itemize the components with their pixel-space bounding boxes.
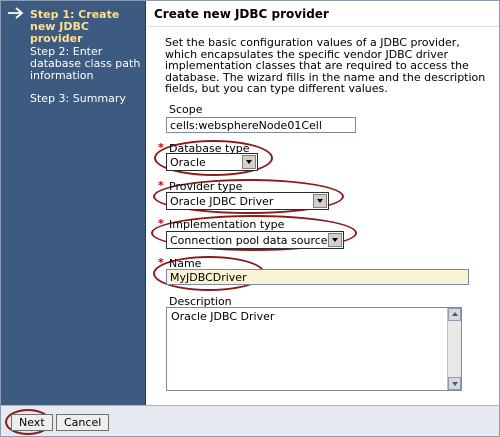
step-1-create-provider: Step 1: Create new JDBC provider xyxy=(30,8,120,45)
page-title: Create new JDBC provider xyxy=(147,1,499,27)
chevron-down-icon[interactable] xyxy=(328,233,342,247)
next-button[interactable]: Next xyxy=(11,414,53,431)
implementation-type-label: * Implementation type xyxy=(158,218,285,231)
description-textarea[interactable]: Oracle JDBC Driver xyxy=(166,307,462,391)
required-marker: * xyxy=(158,256,164,269)
chevron-down-icon[interactable] xyxy=(313,194,327,208)
required-marker: * xyxy=(158,217,164,230)
provider-type-value: Oracle JDBC Driver xyxy=(170,195,274,208)
scroll-up-icon[interactable] xyxy=(448,308,461,321)
chevron-down-icon[interactable] xyxy=(242,155,256,169)
cancel-button[interactable]: Cancel xyxy=(56,414,110,431)
required-marker: * xyxy=(158,141,164,154)
implementation-type-label-text: Implementation type xyxy=(169,218,285,231)
wizard-window: Step 1: Create new JDBC provider Step 2:… xyxy=(0,0,500,437)
wizard-footer: Next Cancel xyxy=(1,405,499,436)
description-value: Oracle JDBC Driver xyxy=(171,310,275,323)
wizard-main-panel: Create new JDBC provider Set the basic c… xyxy=(147,1,499,405)
description-scrollbar[interactable] xyxy=(447,308,461,390)
scroll-down-icon[interactable] xyxy=(448,377,461,390)
current-step-arrow-icon xyxy=(8,7,24,19)
database-type-value: Oracle xyxy=(170,156,206,169)
step-2-class-path: Step 2: Enter database class path inform… xyxy=(30,45,141,82)
required-marker: * xyxy=(158,179,164,192)
name-field[interactable]: MyJDBCDriver xyxy=(166,269,469,285)
implementation-type-value: Connection pool data source xyxy=(170,234,328,247)
database-type-select[interactable]: Oracle xyxy=(166,153,258,171)
wizard-steps-sidebar: Step 1: Create new JDBC provider Step 2:… xyxy=(1,1,146,405)
scope-field: cells:websphereNode01Cell xyxy=(166,117,356,133)
implementation-type-select[interactable]: Connection pool data source xyxy=(166,231,344,249)
provider-type-select[interactable]: Oracle JDBC Driver xyxy=(166,192,329,210)
step-3-summary: Step 3: Summary xyxy=(30,92,126,105)
intro-text: Set the basic configuration values of a … xyxy=(165,36,486,95)
scope-label: Scope xyxy=(169,103,203,116)
